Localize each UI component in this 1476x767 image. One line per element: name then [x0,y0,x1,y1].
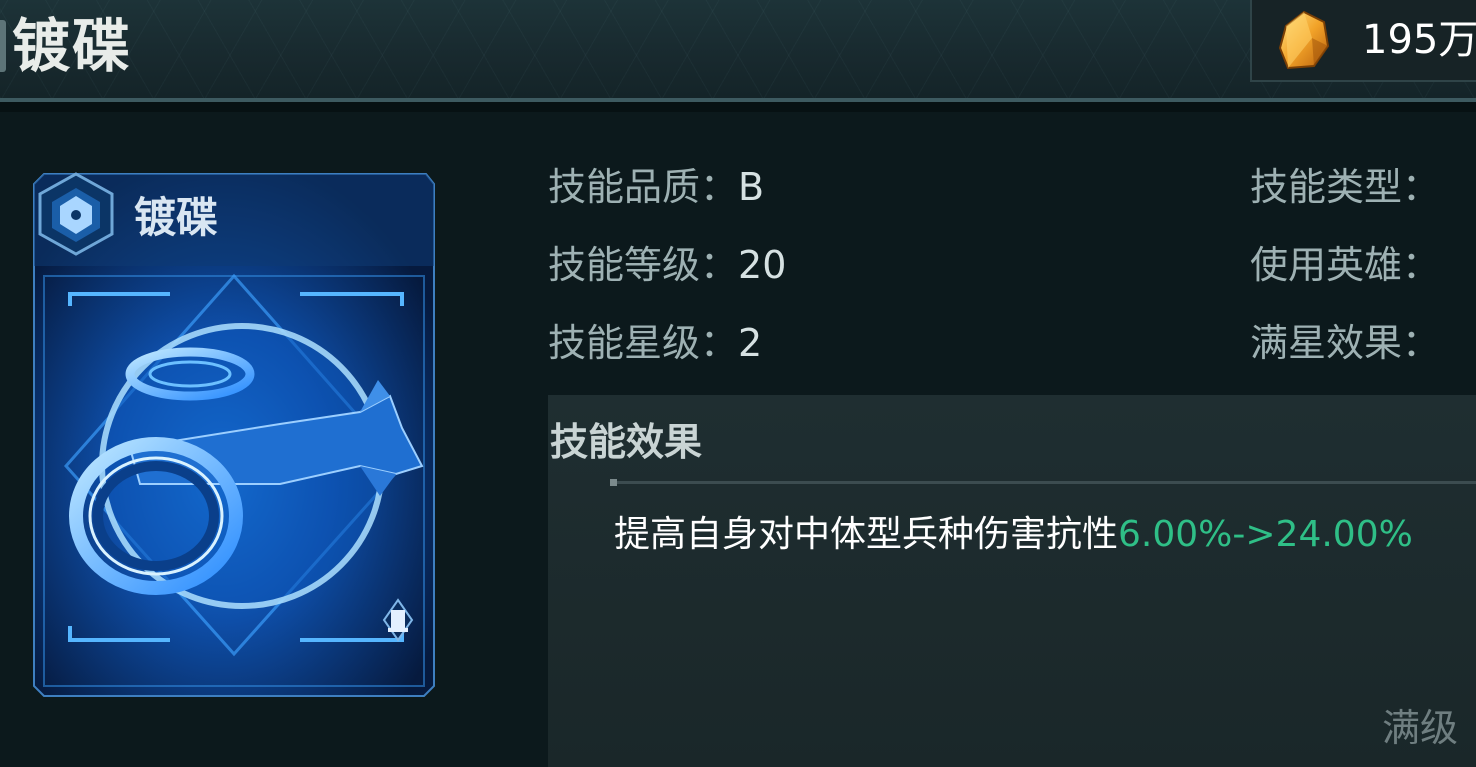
info-hero: 使用英雄： [1250,242,1440,288]
effect-value: 6.00%->24.00% [1118,514,1413,555]
effect-title: 技能效果 [549,419,702,464]
info-label: 技能星级： [548,321,739,365]
info-quality: 技能品质：B [548,164,764,210]
skill-card[interactable]: 镀碟 [30,166,438,700]
info-label: 满星效果： [1250,321,1441,365]
effect-description: 提高自身对中体型兵种伤害抗性6.00%->24.00% [614,512,1413,558]
info-level: 技能等级：20 [548,242,786,288]
currency-display[interactable]: 195万 [1250,0,1476,82]
effect-text: 提高自身对中体型兵种伤害抗性 [614,514,1119,555]
card-name: 镀碟 [134,193,218,242]
info-label: 技能类型： [1250,165,1441,209]
info-value: 2 [738,321,763,365]
max-level-label: 满级 [1382,706,1459,750]
effect-divider [612,481,1476,484]
info-value: 20 [738,243,787,287]
page-title: 镀碟 [12,12,133,80]
info-full-star: 满星效果： [1250,320,1440,366]
header-shadow [0,102,1476,112]
divider-dot [610,479,617,486]
info-label: 使用英雄： [1250,243,1441,287]
info-label: 技能品质： [548,165,739,209]
info-star: 技能星级：2 [548,320,762,366]
info-label: 技能等级： [548,243,739,287]
info-value: B [738,165,765,209]
amber-crystal-icon [1278,10,1330,70]
title-accent-tab [0,20,6,72]
info-type: 技能类型： [1250,164,1440,210]
currency-value: 195万 [1362,17,1476,63]
